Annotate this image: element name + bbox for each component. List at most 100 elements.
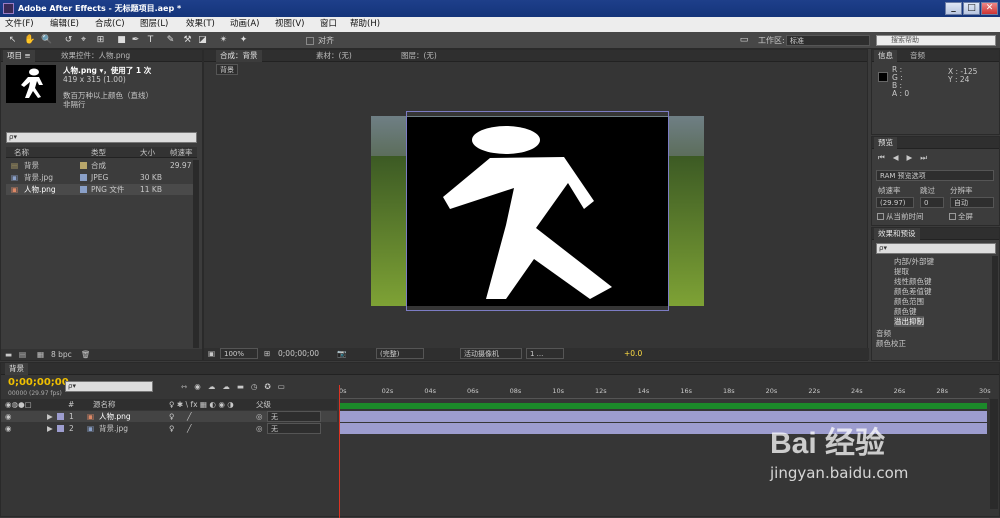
effects-scrollbar[interactable] bbox=[992, 256, 998, 360]
parent-pick-whip-icon[interactable]: ◎ bbox=[256, 411, 263, 422]
layer-bounding-box[interactable] bbox=[406, 111, 669, 311]
hand-tool-icon[interactable]: ✋ bbox=[24, 35, 35, 46]
views-select[interactable]: 1 ... bbox=[526, 348, 564, 359]
camera-select[interactable]: 活动摄像机 bbox=[460, 348, 522, 359]
comp-breadcrumb[interactable]: 背景 bbox=[216, 64, 238, 75]
camera-tool-icon[interactable]: ⌖ bbox=[78, 35, 89, 46]
layer-row[interactable]: ◉ ▶ 2 ▣ 背景.jpg ♀ ╱ ◎ 无 bbox=[1, 423, 337, 434]
playhead[interactable] bbox=[339, 385, 340, 518]
table-row[interactable]: ▤ 背景 合成 29.97 bbox=[6, 160, 197, 171]
new-folder-icon[interactable]: ▤ bbox=[19, 349, 26, 360]
tab-effects-presets[interactable]: 效果和预设 bbox=[874, 228, 920, 240]
tab-preview[interactable]: 预览 bbox=[874, 137, 897, 149]
always-preview-icon[interactable]: ▣ bbox=[208, 348, 215, 359]
skip-select[interactable]: 0 bbox=[920, 197, 944, 208]
project-scrollbar[interactable] bbox=[193, 160, 199, 348]
label-swatch[interactable] bbox=[80, 186, 87, 193]
tab-composition[interactable]: 合成：背景 bbox=[216, 50, 262, 62]
shy-switch-icon[interactable]: ♀ bbox=[169, 411, 175, 422]
trash-icon[interactable]: 🗑 bbox=[81, 349, 91, 360]
text-tool-icon[interactable]: T bbox=[145, 35, 156, 46]
tab-audio[interactable]: 音频 bbox=[906, 50, 929, 62]
close-button[interactable]: ✕ bbox=[981, 2, 998, 15]
zoom-select[interactable]: 100% bbox=[220, 348, 258, 359]
label-swatch[interactable] bbox=[80, 162, 87, 169]
eraser-tool-icon[interactable]: ◪ bbox=[197, 35, 208, 46]
minimize-button[interactable]: _ bbox=[945, 2, 962, 15]
timeline-scrollbar[interactable] bbox=[990, 399, 998, 509]
tab-layer[interactable]: 图层：(无) bbox=[397, 50, 441, 62]
menu-layer[interactable]: 图层(L) bbox=[140, 17, 168, 32]
timeline-timecode[interactable]: 0;00;00;00 bbox=[8, 377, 69, 388]
menu-file[interactable]: 文件(F) bbox=[5, 17, 34, 32]
fullscreen-checkbox[interactable] bbox=[949, 213, 956, 220]
layer-name[interactable]: 背景.jpg bbox=[99, 423, 128, 434]
safe-zones-icon[interactable]: ⊞ bbox=[264, 348, 270, 359]
effects-search-input[interactable]: ρ▾ bbox=[876, 243, 996, 254]
parent-select[interactable]: 无 bbox=[267, 423, 321, 434]
table-row[interactable]: ▣ 背景.jpg JPEG 30 KB bbox=[6, 172, 197, 183]
header-parent[interactable]: 父级 bbox=[256, 399, 271, 410]
maximize-button[interactable]: □ bbox=[963, 2, 980, 15]
parent-select[interactable]: 无 bbox=[267, 411, 321, 422]
header-fps[interactable]: 帧速率 bbox=[170, 147, 193, 158]
puppet-tool-icon[interactable]: ✦ bbox=[238, 35, 249, 46]
workspace-select[interactable]: 标准 bbox=[786, 35, 870, 46]
fps-select[interactable]: (29.97) bbox=[876, 197, 914, 208]
pan-behind-tool-icon[interactable]: ⊞ bbox=[95, 35, 106, 46]
header-type[interactable]: 类型 bbox=[91, 147, 106, 158]
menu-effect[interactable]: 效果(T) bbox=[186, 17, 215, 32]
exposure-value[interactable]: +0.0 bbox=[624, 348, 642, 359]
menu-edit[interactable]: 编辑(E) bbox=[50, 17, 79, 32]
menu-animation[interactable]: 动画(A) bbox=[230, 17, 259, 32]
eye-icon[interactable]: ◉ bbox=[5, 423, 12, 434]
snapshot-icon[interactable]: 📷 bbox=[337, 348, 346, 359]
menu-window[interactable]: 窗口 bbox=[320, 17, 337, 32]
header-name[interactable]: 名称 bbox=[14, 147, 29, 158]
shy-switch-icon[interactable]: ♀ bbox=[169, 423, 175, 434]
rotate-tool-icon[interactable]: ↺ bbox=[63, 35, 74, 46]
category-color-correction[interactable]: 颜色校正 bbox=[876, 338, 906, 349]
menu-composition[interactable]: 合成(C) bbox=[95, 17, 125, 32]
timeline-switch-icons[interactable]: ⇿◉☁☁▬◷✪▭ bbox=[181, 381, 292, 392]
time-ruler[interactable]: 0s 02s 04s 06s 08s 10s 12s 14s 16s 18s 20s 22s 24s 26… bbox=[339, 385, 991, 399]
tab-timeline[interactable]: 背景 bbox=[5, 363, 28, 375]
tab-footage[interactable]: 素材：(无) bbox=[312, 50, 356, 62]
selection-tool-icon[interactable]: ↖ bbox=[7, 35, 18, 46]
label-swatch[interactable] bbox=[57, 425, 64, 432]
brush-tool-icon[interactable]: ✎ bbox=[165, 35, 176, 46]
eye-icon[interactable]: ◉ bbox=[5, 411, 12, 422]
quality-switch-icon[interactable]: ╱ bbox=[187, 423, 192, 434]
new-comp-icon[interactable]: ▦ bbox=[37, 349, 44, 360]
clone-tool-icon[interactable]: ⚒ bbox=[182, 35, 193, 46]
expand-arrow-icon[interactable]: ▶ bbox=[47, 423, 53, 434]
mask-tool-icon[interactable]: ■ bbox=[116, 35, 127, 46]
label-swatch[interactable] bbox=[57, 413, 64, 420]
roto-brush-tool-icon[interactable]: ✴ bbox=[218, 35, 229, 46]
folder-icon[interactable]: ▬ bbox=[5, 349, 12, 360]
help-search-input[interactable]: 搜索帮助 bbox=[876, 35, 996, 46]
effect-item-selected[interactable]: 溢出抑制 bbox=[894, 316, 924, 327]
timecode-readout[interactable]: 0;00;00;00 bbox=[278, 348, 319, 359]
from-current-checkbox[interactable] bbox=[877, 213, 884, 220]
av-switches-icons[interactable]: ◉◍●▢ bbox=[5, 399, 32, 410]
tab-project[interactable]: 项目 ≡ bbox=[3, 50, 35, 62]
timeline-search-input[interactable]: ρ▾ bbox=[65, 381, 153, 392]
expand-arrow-icon[interactable]: ▶ bbox=[47, 411, 53, 422]
bpc-label[interactable]: 8 bpc bbox=[51, 349, 72, 360]
tab-info[interactable]: 信息 bbox=[874, 50, 897, 62]
header-source-name[interactable]: 源名称 bbox=[93, 399, 116, 410]
layer-row[interactable]: ◉ ▶ 1 ▣ 人物.png ♀ ╱ ◎ 无 bbox=[1, 411, 337, 422]
menu-view[interactable]: 视图(V) bbox=[275, 17, 304, 32]
label-swatch[interactable] bbox=[80, 174, 87, 181]
playback-controls[interactable]: ⏮◀▶⏭ bbox=[878, 152, 935, 163]
quality-switch-icon[interactable]: ╱ bbox=[187, 411, 192, 422]
parent-pick-whip-icon[interactable]: ◎ bbox=[256, 423, 263, 434]
snap-checkbox[interactable] bbox=[306, 37, 314, 45]
ram-preview-options[interactable]: RAM 预览选项 bbox=[876, 170, 994, 181]
resolution-select[interactable]: 自动 bbox=[950, 197, 994, 208]
tab-effect-controls[interactable]: 效果控件：人物.png bbox=[57, 50, 134, 62]
zoom-tool-icon[interactable]: 🔍 bbox=[41, 35, 52, 46]
menu-help[interactable]: 帮助(H) bbox=[350, 17, 380, 32]
project-search-input[interactable]: ρ▾ bbox=[6, 132, 197, 143]
